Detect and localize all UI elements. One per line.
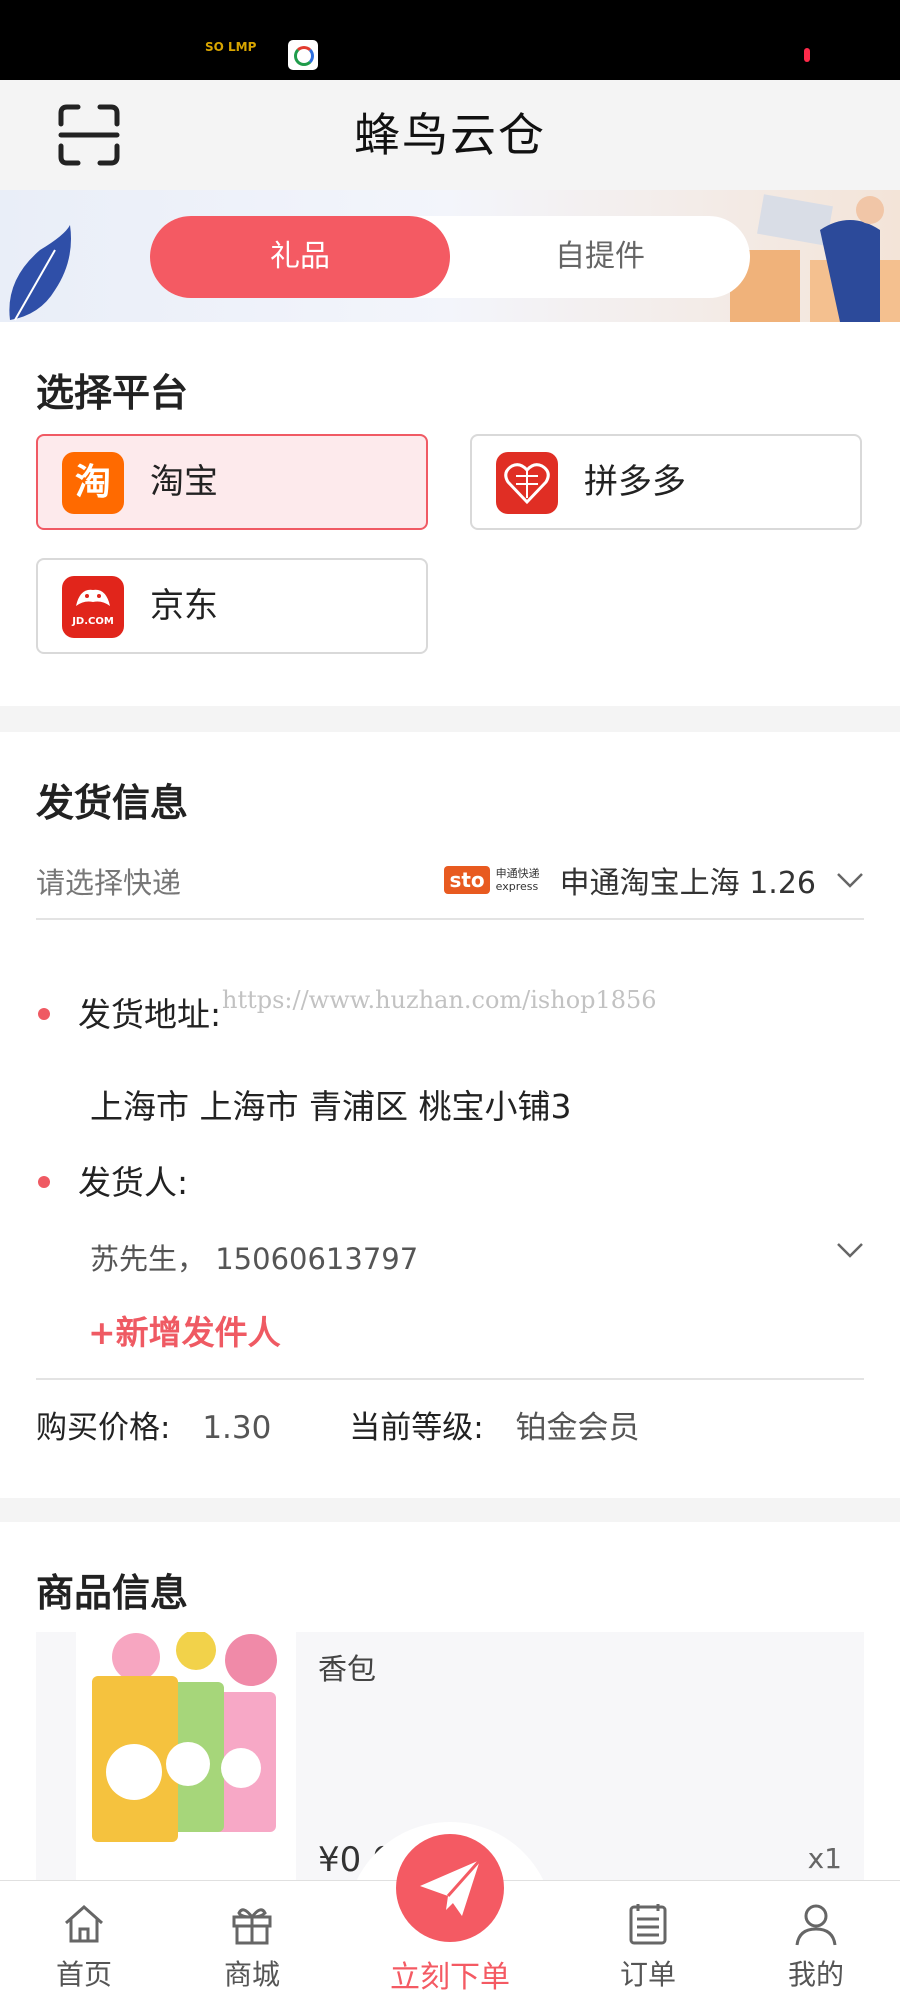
platform-option-pinduoduo[interactable]: 拼多多: [470, 434, 862, 530]
tab-home-label: 首页: [55, 1958, 112, 1991]
place-order-label[interactable]: 立刻下单: [350, 1952, 550, 1996]
sto-logo-text: 申通快递 express: [496, 867, 540, 893]
price-row: 购买价格: 1.30 当前等级: 铂金会员: [36, 1402, 640, 1447]
place-order-button[interactable]: [396, 1834, 504, 1942]
level-label: 当前等级:: [349, 1410, 484, 1446]
browser-app-icon: [288, 40, 318, 70]
sto-badge: sto: [444, 866, 490, 894]
divider: [36, 1378, 864, 1380]
goods-image: [76, 1632, 296, 1892]
pinduoduo-icon: [496, 452, 558, 514]
divider: [36, 918, 864, 920]
scan-icon[interactable]: [58, 104, 120, 166]
tab-mall[interactable]: 商城: [192, 1881, 312, 2001]
required-dot: [38, 1176, 50, 1188]
tab-profile-label: 我的: [787, 1958, 844, 1991]
address-label: 发货地址:: [78, 995, 222, 1034]
required-dot: [38, 1008, 50, 1020]
tab-self-pickup[interactable]: 自提件: [450, 216, 750, 298]
price-value: 1.30: [202, 1410, 272, 1446]
mode-switch: 礼品 自提件: [150, 216, 750, 298]
platform-option-taobao[interactable]: 淘 淘宝: [36, 434, 428, 530]
courier-select[interactable]: sto 申通快递 express 申通淘宝上海 1.26: [444, 850, 864, 910]
platform-label-jd: 京东: [150, 586, 218, 626]
status-bar: SO LMP: [0, 0, 900, 80]
sender-label: 发货人:: [78, 1163, 189, 1202]
tab-profile[interactable]: 我的: [756, 1881, 876, 2001]
gift-icon: [232, 1908, 272, 1945]
tab-home[interactable]: 首页: [24, 1881, 144, 2001]
platform-option-jd[interactable]: JD.COM 京东: [36, 558, 428, 654]
jd-icon-text: JD.COM: [72, 616, 114, 627]
shipping-section-title: 发货信息: [36, 781, 189, 825]
home-icon: [65, 1904, 103, 1943]
goods-section-title: 商品信息: [36, 1571, 189, 1615]
watermark: https://www.huzhan.com/ishop1856: [222, 986, 657, 1014]
platform-section: 选择平台 淘 淘宝 拼多多 JD.COM 京东: [0, 322, 900, 706]
sto-logo: sto 申通快递 express: [444, 866, 540, 894]
tab-gift[interactable]: 礼品: [150, 216, 450, 298]
level-value: 铂金会员: [515, 1410, 640, 1446]
price-label: 购买价格:: [36, 1410, 171, 1446]
chevron-down-icon: [837, 873, 863, 888]
platform-label-pinduoduo: 拼多多: [584, 462, 686, 502]
orders-icon: [629, 1904, 667, 1945]
goods-name: 香包: [318, 1652, 377, 1686]
shipping-section: 发货信息 请选择快递 sto 申通快递 express 申通淘宝上海 1.26 …: [0, 732, 900, 1498]
mode-banner: 礼品 自提件: [0, 190, 900, 322]
status-indicator: [804, 48, 810, 62]
page-title: 蜂鸟云仓: [354, 108, 546, 162]
plant-illustration: [9, 225, 71, 321]
courier-select-label: 请选择快递: [36, 866, 182, 900]
goods-quantity: x1: [807, 1842, 842, 1875]
platform-section-title: 选择平台: [36, 371, 189, 415]
tab-orders-label: 订单: [619, 1958, 676, 1991]
status-logo: SO LMP: [205, 40, 257, 54]
sender-chevron-down-icon[interactable]: [836, 1242, 864, 1258]
address-value[interactable]: 上海市 上海市 青浦区 桃宝小铺3: [90, 1080, 571, 1128]
add-sender-button[interactable]: +新增发件人: [88, 1306, 281, 1354]
courier-value: 申通淘宝上海 1.26: [559, 866, 816, 901]
top-bar: 蜂鸟云仓: [0, 80, 900, 191]
tab-orders[interactable]: 订单: [588, 1881, 708, 2001]
sender-value[interactable]: 苏先生， 15060613797: [90, 1236, 418, 1278]
taobao-icon: 淘: [62, 452, 124, 514]
platform-label-taobao: 淘宝: [150, 462, 218, 502]
jd-icon: JD.COM: [62, 576, 124, 638]
tab-mall-label: 商城: [223, 1958, 280, 1991]
user-icon: [795, 1904, 837, 1946]
send-icon: [420, 1859, 482, 1916]
sto-logo-en: express: [495, 880, 539, 893]
taobao-icon-glyph: 淘: [74, 462, 111, 503]
sto-logo-cn: 申通快递: [495, 867, 540, 880]
